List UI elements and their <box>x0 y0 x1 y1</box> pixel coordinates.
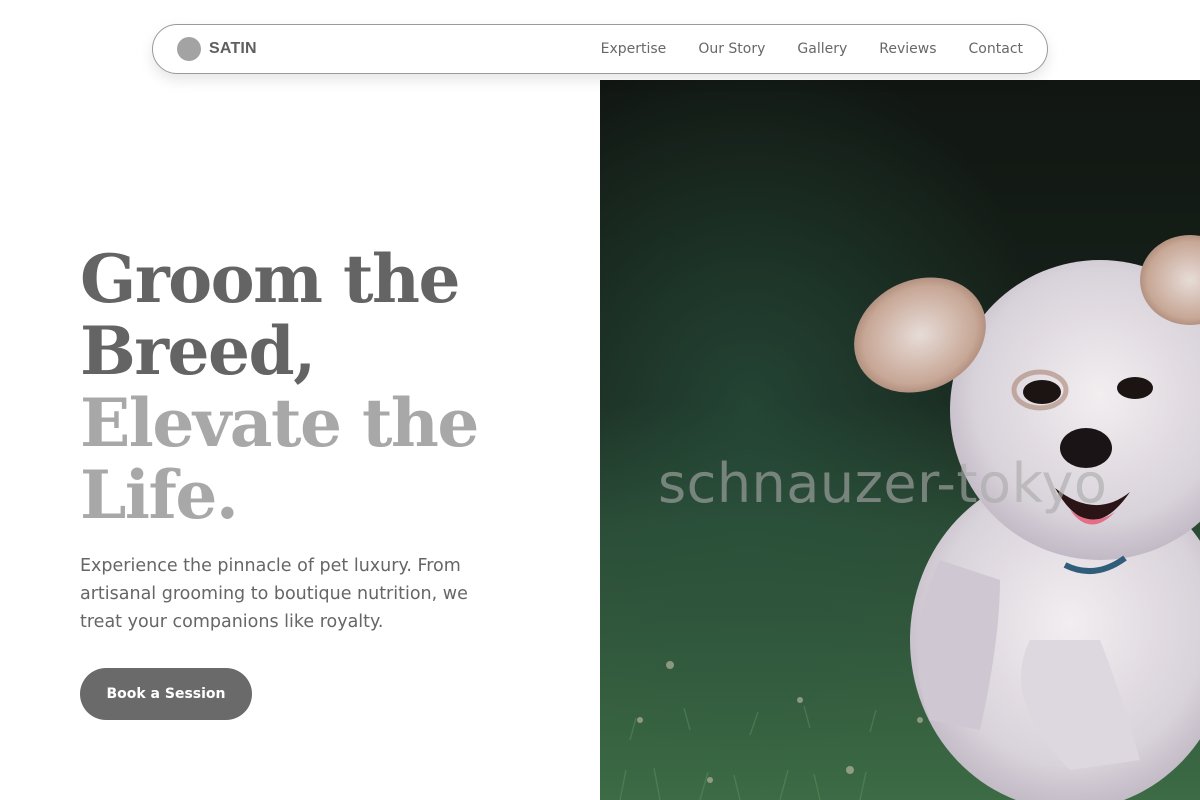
hero-subtext: Experience the pinnacle of pet luxury. F… <box>80 556 468 632</box>
nav-link-contact[interactable]: Contact <box>969 41 1023 57</box>
dog-photo-illustration <box>600 80 1200 800</box>
nav-link-reviews[interactable]: Reviews <box>879 41 936 57</box>
headline-line-4: Life. <box>80 456 239 534</box>
nav-link-gallery[interactable]: Gallery <box>797 41 847 57</box>
headline-line-1: Groom the <box>80 240 460 318</box>
landing-page: SATIN Expertise Our Story Gallery Review… <box>0 0 1200 800</box>
brand-dot-icon <box>177 37 201 61</box>
brand-logo[interactable]: SATIN <box>177 37 257 61</box>
hero-dog-photo: schnauzer-tokyo <box>600 80 1200 800</box>
nav-link-expertise[interactable]: Expertise <box>601 41 667 57</box>
brand-name: SATIN <box>209 40 257 57</box>
hero-headline: Groom the Breed, Elevate the Life. <box>80 243 550 531</box>
hero-text: Groom the Breed, Elevate the Life. Exper… <box>80 243 550 636</box>
nav-link-our-story[interactable]: Our Story <box>698 41 765 57</box>
photo-watermark: schnauzer-tokyo <box>658 452 1108 515</box>
top-navbar: SATIN Expertise Our Story Gallery Review… <box>152 24 1048 74</box>
nav-links: Expertise Our Story Gallery Reviews Cont… <box>601 41 1023 57</box>
headline-line-2: Breed, <box>80 312 316 390</box>
headline-line-3: Elevate the <box>80 384 479 462</box>
book-session-button[interactable]: Book a Session <box>80 668 252 720</box>
